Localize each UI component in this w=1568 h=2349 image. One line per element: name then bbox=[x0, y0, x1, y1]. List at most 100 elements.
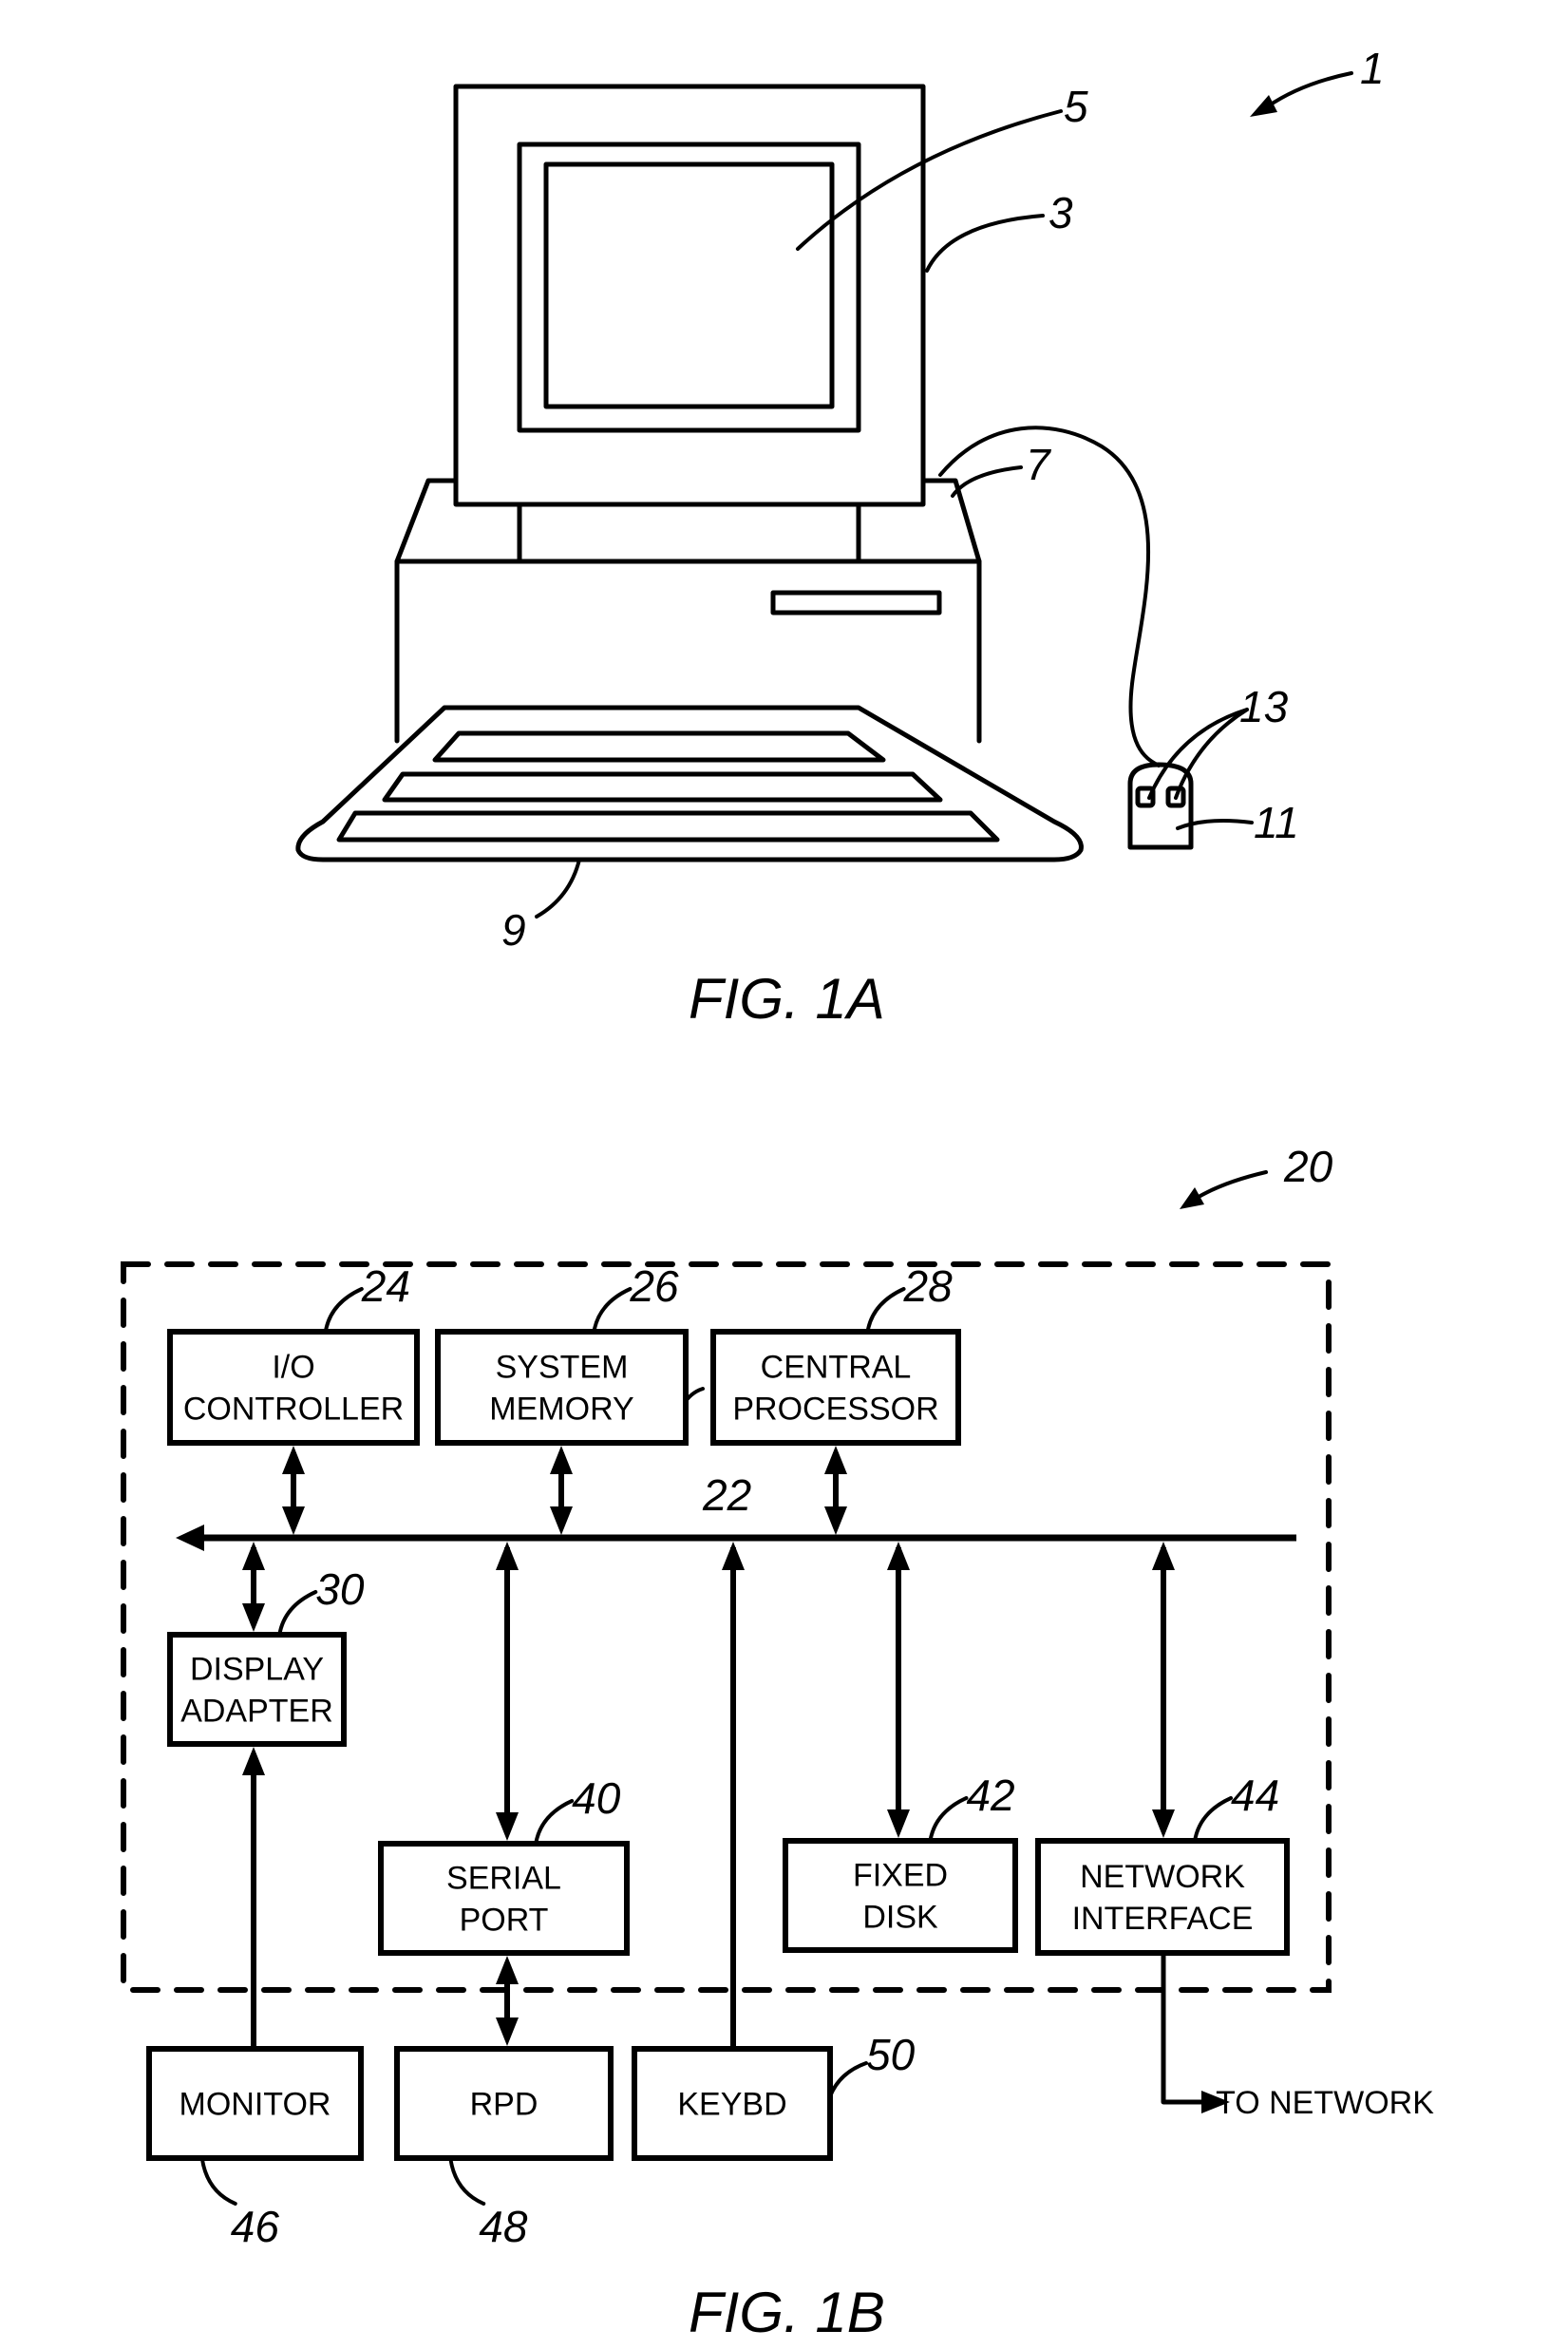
arrowhead-up-keybd bbox=[722, 1542, 745, 1570]
keyboard-key-row-1 bbox=[432, 730, 886, 763]
leader-50 bbox=[828, 2061, 868, 2098]
arrowhead-down-rpd bbox=[496, 2017, 519, 2046]
leader-24 bbox=[323, 1287, 364, 1334]
block-keybd: KEYBD 50 bbox=[632, 2030, 916, 2161]
block-label-line: RPD bbox=[470, 2087, 538, 2123]
block-label-line: PORT bbox=[460, 1903, 549, 1939]
ref-30: 30 bbox=[315, 1564, 365, 1614]
leader-20-arrow bbox=[1197, 1170, 1268, 1199]
block-serial-port: SERIAL PORT 40 bbox=[378, 1773, 630, 1956]
ref-20: 20 bbox=[1283, 1142, 1333, 1191]
ref-44: 44 bbox=[1231, 1771, 1279, 1820]
arrowhead-down-display-adapter bbox=[242, 1603, 265, 1632]
ref-22: 22 bbox=[702, 1470, 751, 1520]
leader-40 bbox=[534, 1799, 575, 1846]
block-label-line: INTERFACE bbox=[1072, 1901, 1254, 1937]
ref-48: 48 bbox=[479, 2202, 528, 2251]
ref-28: 28 bbox=[903, 1261, 954, 1311]
to-network-label: TO NETWORK bbox=[1216, 2085, 1434, 2121]
block-label-line: SERIAL bbox=[446, 1861, 561, 1897]
leader-20-arrowhead bbox=[1180, 1187, 1204, 1209]
block-label-line: ADAPTER bbox=[180, 1694, 333, 1730]
block-label-line: KEYBD bbox=[677, 2087, 786, 2123]
leader-1-arrowhead bbox=[1250, 95, 1277, 117]
arrowhead-down-serial-port bbox=[496, 1812, 519, 1841]
ref-26: 26 bbox=[629, 1261, 679, 1311]
block-label-line: CENTRAL bbox=[761, 1350, 912, 1386]
arrowhead-down-system-memory bbox=[550, 1506, 573, 1535]
leader-44 bbox=[1193, 1796, 1234, 1843]
figure-1a-caption: FIG. 1A bbox=[689, 967, 885, 1031]
arrowhead-up-network-interface bbox=[1152, 1542, 1175, 1570]
block-central-processor: CENTRAL PROCESSOR 28 bbox=[710, 1261, 961, 1446]
block-label-line: PROCESSOR bbox=[732, 1392, 938, 1428]
arrowhead-up-io-controller bbox=[282, 1446, 305, 1474]
arrowhead-up-rpd bbox=[496, 1956, 519, 1984]
arrowhead-down-fixed-disk bbox=[887, 1809, 910, 1838]
leader-7 bbox=[951, 465, 1023, 498]
block-rpd: RPD 48 bbox=[394, 2046, 614, 2251]
arrowhead-down-network-interface bbox=[1152, 1809, 1175, 1838]
block-label-line: DISPLAY bbox=[190, 1652, 324, 1688]
arrowhead-up-display-adapter bbox=[242, 1542, 265, 1570]
ref-5: 5 bbox=[1064, 82, 1088, 131]
arrowhead-up-fixed-disk bbox=[887, 1542, 910, 1570]
leader-1-arrow bbox=[1266, 71, 1353, 108]
monitor-housing bbox=[453, 84, 926, 507]
leader-48 bbox=[448, 2156, 486, 2206]
block-label-line: MEMORY bbox=[489, 1392, 633, 1428]
arrowhead-up-monitor bbox=[242, 1747, 265, 1775]
arrowhead-down-central-processor bbox=[824, 1506, 847, 1535]
leader-26 bbox=[592, 1287, 633, 1334]
monitor-screen bbox=[543, 161, 835, 409]
ref-9: 9 bbox=[501, 905, 526, 955]
ref-46: 46 bbox=[231, 2202, 280, 2251]
block-label-line: NETWORK bbox=[1080, 1859, 1245, 1895]
drive-slot bbox=[770, 590, 942, 616]
leader-5 bbox=[796, 109, 1063, 251]
leader-13b bbox=[1174, 708, 1249, 800]
block-io-controller: I/O CONTROLLER 24 bbox=[167, 1261, 420, 1446]
block-label-line: SYSTEM bbox=[496, 1350, 629, 1386]
leader-46 bbox=[199, 2156, 237, 2206]
figure-1b-caption: FIG. 1B bbox=[689, 2281, 885, 2344]
ref-24: 24 bbox=[361, 1261, 410, 1311]
arrowhead-up-serial-port bbox=[496, 1542, 519, 1570]
block-display-adapter: DISPLAY ADAPTER 30 bbox=[167, 1564, 365, 1747]
cabinet-top bbox=[394, 478, 982, 564]
leader-42 bbox=[928, 1796, 969, 1843]
arrowhead-up-system-memory bbox=[550, 1446, 573, 1474]
figure-1a: 1 5 3 7 9 13 11 FIG. 1A bbox=[295, 44, 1385, 1031]
monitor-bezel bbox=[517, 142, 861, 433]
leader-30 bbox=[277, 1590, 318, 1637]
block-label-line: MONITOR bbox=[179, 2087, 331, 2123]
blocks: I/O CONTROLLER 24 SYSTEM MEMORY 26 CENTRAL PROC… bbox=[146, 1261, 1290, 2251]
block-system-memory: SYSTEM MEMORY 26 bbox=[435, 1261, 689, 1446]
block-label-line: CONTROLLER bbox=[183, 1392, 404, 1428]
network-out-line bbox=[1161, 1950, 1209, 2105]
figure-1b: 20 22 I/O CONTROLLER 24 SYSTEM MEMORY 26 CENTR… bbox=[121, 1142, 1434, 2344]
ref-11: 11 bbox=[1254, 798, 1299, 847]
leader-3 bbox=[925, 214, 1045, 273]
block-label-line: I/O bbox=[272, 1350, 314, 1386]
arrowhead-up-central-processor bbox=[824, 1446, 847, 1474]
ref-40: 40 bbox=[572, 1773, 621, 1823]
keyboard-key-row-2 bbox=[382, 771, 943, 803]
keyboard bbox=[295, 705, 1084, 862]
ref-13: 13 bbox=[1239, 682, 1289, 731]
ref-7: 7 bbox=[1026, 440, 1051, 489]
block-label-line: DISK bbox=[862, 1900, 938, 1936]
arrowhead-down-io-controller bbox=[282, 1506, 305, 1535]
ref-42: 42 bbox=[966, 1771, 1014, 1820]
leader-9 bbox=[535, 858, 581, 919]
ref-1: 1 bbox=[1360, 44, 1385, 93]
system-bus-arrowhead bbox=[176, 1525, 204, 1551]
keyboard-key-row-3 bbox=[336, 810, 1000, 843]
ref-50: 50 bbox=[866, 2030, 916, 2079]
ref-3: 3 bbox=[1048, 188, 1073, 237]
cabinet-base bbox=[394, 559, 982, 744]
patent-drawing-sheet: 1 5 3 7 9 13 11 FIG. 1A 20 22 I/O CONTROL… bbox=[121, 44, 1434, 2344]
block-label-line: FIXED bbox=[853, 1858, 948, 1894]
block-monitor: MONITOR 46 bbox=[146, 2046, 364, 2251]
leader-28 bbox=[865, 1287, 906, 1334]
